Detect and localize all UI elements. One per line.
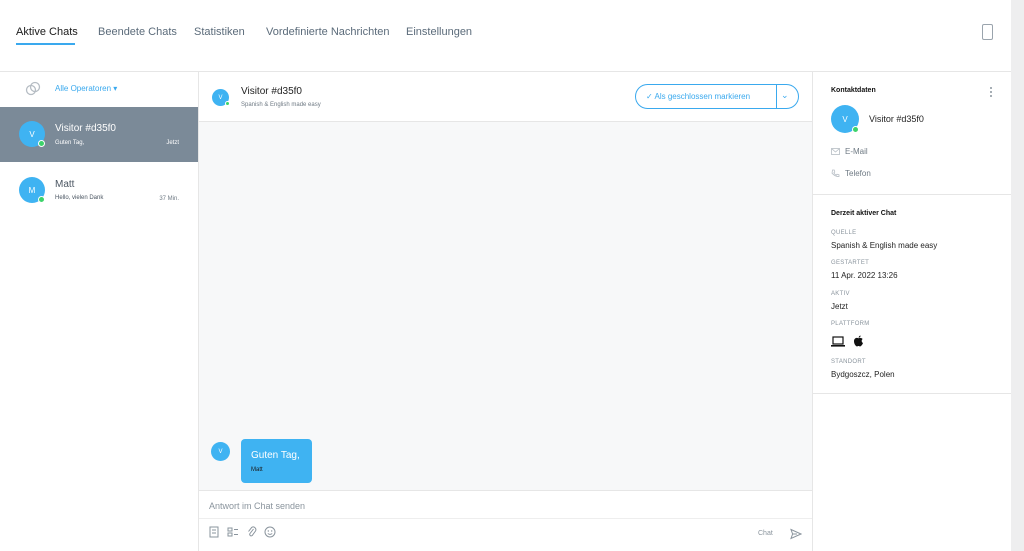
message-avatar: V	[211, 442, 230, 461]
active-chat-section-title: Derzeit aktiver Chat	[831, 210, 897, 217]
chat-item-time: Jetzt	[166, 140, 179, 146]
phone-label: Telefon	[845, 169, 871, 178]
section-divider	[813, 194, 1012, 195]
phone-icon	[831, 169, 840, 177]
chat-item-time: 37 Min.	[159, 196, 179, 202]
link-icon	[25, 81, 41, 96]
chat-item-preview: Hello, vielen Dank	[55, 195, 104, 201]
check-icon: ✓	[646, 92, 653, 101]
chat-item-name: Matt	[55, 179, 75, 190]
operator-filter-row: Alle Operatoren ▾	[0, 72, 198, 107]
online-status-dot	[38, 196, 45, 203]
app-window: Aktive Chats Beendete Chats Statistiken …	[0, 0, 1012, 551]
canned-responses-icon[interactable]	[227, 526, 239, 538]
email-label: E-Mail	[845, 147, 868, 156]
online-status-dot	[225, 101, 230, 106]
send-icon[interactable]	[790, 528, 802, 540]
emoji-icon[interactable]	[264, 526, 276, 538]
button-divider	[776, 85, 777, 108]
operator-filter-dropdown[interactable]: Alle Operatoren ▾	[55, 84, 117, 93]
mobile-phone-icon[interactable]	[982, 24, 993, 40]
composer-divider	[199, 518, 812, 519]
note-icon[interactable]	[208, 526, 220, 538]
chat-item-preview: Guten Tag,	[55, 140, 85, 146]
message-bubble: Guten Tag, Matt	[241, 439, 312, 483]
started-value: 11 Apr. 2022 13:26	[831, 271, 898, 280]
chat-item-name: Visitor #d35f0	[55, 123, 116, 134]
source-label: QUELLE	[831, 230, 857, 236]
active-label: AKTIV	[831, 291, 850, 297]
envelope-icon	[831, 148, 840, 155]
message-composer: Chat	[199, 490, 812, 551]
chat-list-panel: Alle Operatoren ▾ V Visitor #d35f0 Guten…	[0, 72, 199, 551]
source-value: Spanish & English made easy	[831, 241, 938, 250]
tab-beendete-chats[interactable]: Beendete Chats	[98, 26, 177, 38]
active-value: Jetzt	[831, 302, 848, 311]
mark-closed-button[interactable]: ✓ Als geschlossen markieren ⌄	[635, 84, 799, 109]
top-navigation: Aktive Chats Beendete Chats Statistiken …	[0, 0, 1011, 72]
location-value: Bydgoszcz, Polen	[831, 370, 895, 379]
mark-closed-text: Als geschlossen markieren	[654, 92, 751, 101]
apple-icon	[854, 335, 863, 347]
chat-list-item[interactable]: M Matt Hello, vielen Dank 37 Min.	[0, 162, 198, 217]
online-status-dot	[852, 126, 859, 133]
message-author: Matt	[251, 467, 263, 473]
online-status-dot	[38, 140, 45, 147]
mark-closed-label: ✓ Als geschlossen markieren	[646, 92, 750, 101]
reply-mode-selector[interactable]: Chat	[758, 530, 773, 537]
location-label: STANDORT	[831, 359, 866, 365]
page-scrollbar[interactable]	[1011, 0, 1024, 551]
message-text: Guten Tag,	[251, 450, 300, 461]
tab-aktive-chats[interactable]: Aktive Chats	[16, 26, 78, 38]
reply-input[interactable]	[209, 499, 799, 513]
visitor-name: Visitor #d35f0	[869, 114, 924, 124]
more-options-icon[interactable]	[989, 86, 993, 98]
tab-vordefinierte-nachrichten[interactable]: Vordefinierte Nachrichten	[266, 26, 390, 38]
tab-einstellungen[interactable]: Einstellungen	[406, 26, 472, 38]
platform-label: PLATTFORM	[831, 321, 870, 327]
operator-filter-label: Alle Operatoren	[55, 84, 112, 93]
conversation-title: Visitor #d35f0	[241, 86, 302, 97]
conversation-panel: V Visitor #d35f0 Spanish & English made …	[199, 72, 812, 551]
contact-section-title: Kontaktdaten	[831, 87, 876, 94]
conversation-subtitle: Spanish & English made easy	[241, 102, 321, 108]
visitor-details-panel: Kontaktdaten V Visitor #d35f0 E-Mail Tel…	[812, 72, 1012, 551]
paperclip-icon[interactable]	[246, 526, 258, 538]
section-divider	[813, 393, 1012, 394]
tab-statistiken[interactable]: Statistiken	[194, 26, 245, 38]
chevron-down-icon[interactable]: ⌄	[781, 90, 789, 101]
chevron-down-icon: ▾	[113, 84, 118, 93]
chat-list-item[interactable]: V Visitor #d35f0 Guten Tag, Jetzt	[0, 107, 198, 162]
conversation-header: V Visitor #d35f0 Spanish & English made …	[199, 72, 812, 122]
active-tab-indicator	[16, 43, 75, 45]
started-label: GESTARTET	[831, 260, 870, 266]
laptop-icon	[831, 336, 845, 347]
